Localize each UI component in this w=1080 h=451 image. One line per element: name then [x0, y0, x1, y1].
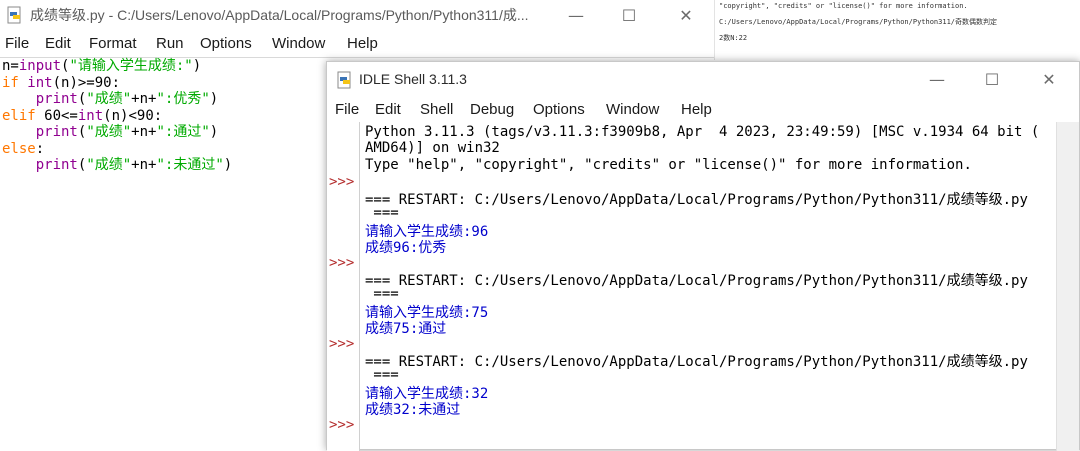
code-line-6: else:: [2, 141, 44, 157]
code-token: print: [35, 124, 78, 140]
idle-shell-window: IDLE Shell 3.11.3 — ☐ ✕ File Edit Shell …: [326, 61, 1080, 451]
editor-menu-window[interactable]: Window: [272, 35, 325, 52]
editor-window-title: 成绩等级.py - C:/Users/Lenovo/AppData/Local/…: [30, 7, 529, 23]
code-token: else: [2, 140, 36, 157]
background-document: "copyright", "credits" or "license()" fo…: [714, 0, 1080, 60]
code-token: ): [192, 58, 202, 74]
code-token: ): [209, 91, 219, 107]
editor-maximize-button[interactable]: ☐: [601, 0, 657, 31]
program-output: 成绩32:未通过: [365, 402, 461, 418]
code-token: print: [35, 91, 78, 107]
code-line-4: elif 60<=int(n)<90:: [2, 108, 162, 124]
editor-menu-file[interactable]: File: [5, 35, 29, 52]
shell-prompt-gutter: >>> >>> >>> >>>: [327, 122, 360, 451]
restart-line: ===: [365, 367, 399, 383]
code-token: :: [35, 140, 45, 157]
code-token: "成绩": [86, 124, 132, 140]
shell-prompt: >>>: [329, 336, 355, 352]
editor-titlebar[interactable]: 成绩等级.py - C:/Users/Lenovo/AppData/Local/…: [0, 0, 714, 31]
shell-window-title: IDLE Shell 3.11.3: [359, 71, 467, 87]
shell-titlebar[interactable]: IDLE Shell 3.11.3 — ☐ ✕: [327, 62, 1079, 96]
background-text-line: C:/Users/Lenovo/AppData/Local/Programs/P…: [719, 18, 998, 26]
shell-maximize-button[interactable]: ☐: [964, 62, 1020, 96]
shell-menu-help[interactable]: Help: [681, 101, 712, 118]
banner-line: Type "help", "copyright", "credits" or "…: [365, 157, 972, 173]
editor-close-button[interactable]: ✕: [658, 0, 714, 31]
code-token: +n+: [131, 157, 157, 173]
code-token: ":未通过": [156, 157, 224, 173]
code-token: "成绩": [86, 157, 132, 173]
shell-prompt: >>>: [329, 174, 355, 190]
editor-menu-options[interactable]: Options: [200, 35, 252, 52]
editor-menu-edit[interactable]: Edit: [45, 35, 71, 52]
code-token: "请输入学生成绩:": [69, 58, 193, 74]
restart-line: === RESTART: C:/Users/Lenovo/AppData/Loc…: [365, 192, 1028, 208]
code-token: elif: [2, 107, 36, 124]
program-output: 成绩96:优秀: [365, 240, 447, 256]
shell-output-area[interactable]: Python 3.11.3 (tags/v3.11.3:f3909b8, Apr…: [361, 122, 1055, 451]
code-token: int: [27, 74, 53, 91]
code-line-1: n=input("请输入学生成绩:"): [2, 58, 201, 74]
editor-menu-run[interactable]: Run: [156, 35, 184, 52]
code-line-5: print("成绩"+n+":通过"): [2, 124, 218, 140]
python-idle-icon: [337, 71, 351, 89]
editor-menu-help[interactable]: Help: [347, 35, 378, 52]
restart-line: ===: [365, 286, 399, 302]
shell-menu-window[interactable]: Window: [606, 101, 659, 118]
code-token: ): [209, 124, 219, 140]
code-token: ":优秀": [156, 91, 210, 107]
code-token: n=: [2, 58, 19, 74]
python-file-icon: [7, 6, 21, 24]
banner-line: Python 3.11.3 (tags/v3.11.3:f3909b8, Apr…: [365, 124, 1040, 140]
shell-menubar: File Edit Shell Debug Options Window Hel…: [327, 97, 1079, 122]
editor-menu-format[interactable]: Format: [89, 35, 137, 52]
code-token: ): [223, 157, 233, 173]
code-token: if: [2, 74, 19, 91]
restart-line: === RESTART: C:/Users/Lenovo/AppData/Loc…: [365, 354, 1028, 370]
shell-menu-file[interactable]: File: [335, 101, 359, 118]
shell-prompt: >>>: [329, 255, 355, 271]
shell-prompt: >>>: [329, 417, 355, 433]
code-token: input: [18, 58, 62, 74]
shell-minimize-button[interactable]: —: [909, 62, 965, 96]
banner-line: AMD64)] on win32: [365, 140, 500, 156]
code-token: int: [77, 107, 104, 124]
code-token: 60<=: [35, 107, 78, 124]
code-token: +n+: [131, 124, 157, 140]
code-token: "成绩": [86, 91, 132, 107]
code-token: print: [35, 157, 78, 173]
background-text-line: "copyright", "credits" or "license()" fo…: [719, 2, 968, 10]
shell-scrollbar[interactable]: [1056, 122, 1079, 451]
editor-minimize-button[interactable]: —: [548, 0, 604, 31]
code-token: +n+: [131, 91, 157, 107]
background-text-line: 2数N:22: [719, 34, 748, 42]
editor-menubar: File Edit Format Run Options Window Help: [0, 31, 714, 58]
code-editor[interactable]: n=input("请输入学生成绩:") if int(n)>=90: print…: [2, 58, 232, 174]
shell-close-button[interactable]: ✕: [1021, 62, 1077, 96]
code-token: (n)>=90:: [52, 74, 121, 91]
code-token: ":通过": [156, 124, 210, 140]
code-line-2: if int(n)>=90:: [2, 75, 120, 91]
program-output: 成绩75:通过: [365, 321, 447, 337]
restart-line: === RESTART: C:/Users/Lenovo/AppData/Loc…: [365, 273, 1028, 289]
shell-menu-shell[interactable]: Shell: [420, 101, 453, 118]
restart-line: ===: [365, 205, 399, 221]
code-token: (n)<90:: [103, 107, 163, 124]
code-line-7: print("成绩"+n+":未通过"): [2, 157, 232, 173]
shell-menu-edit[interactable]: Edit: [375, 101, 401, 118]
code-line-3: print("成绩"+n+":优秀"): [2, 91, 218, 107]
shell-menu-debug[interactable]: Debug: [470, 101, 514, 118]
shell-menu-options[interactable]: Options: [533, 101, 585, 118]
